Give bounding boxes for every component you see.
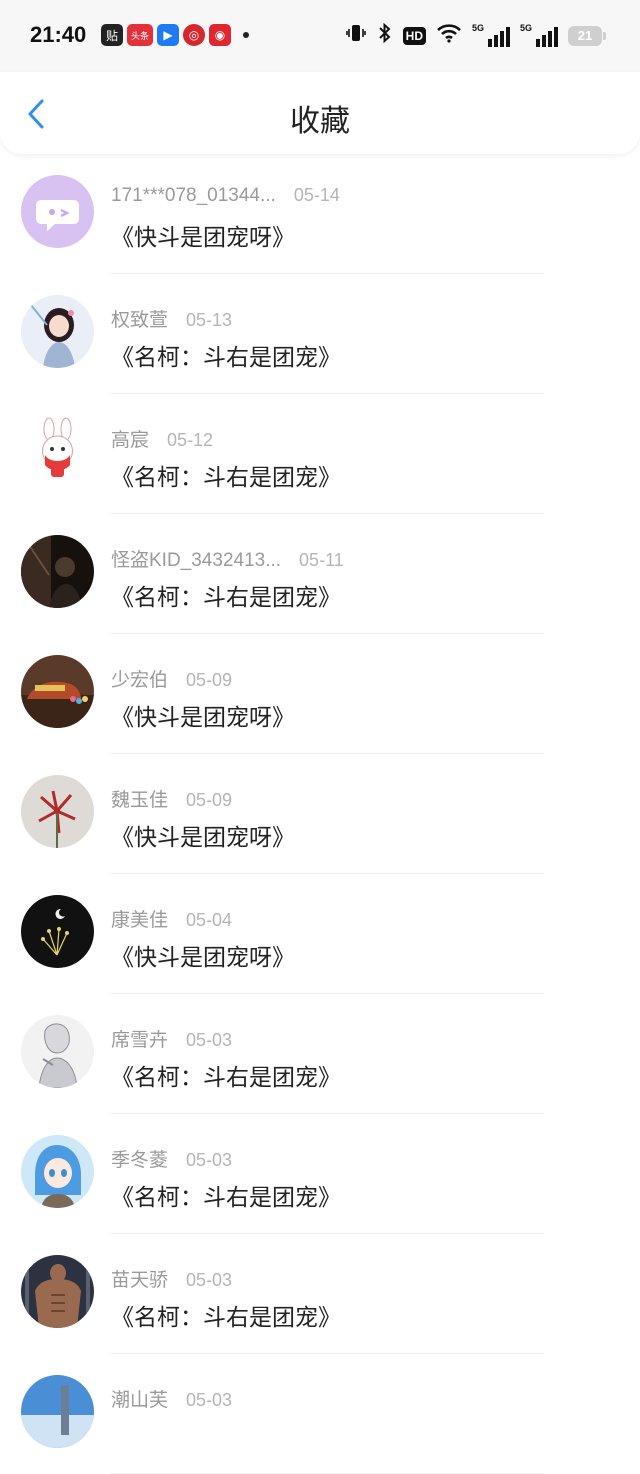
book-title[interactable]: 《快斗是团宠呀》 xyxy=(111,938,295,972)
user-name: 高宸 xyxy=(111,430,150,451)
item-meta: 怪盗KID_3432413... 05-11 xyxy=(111,545,344,572)
item-meta: 魏玉佳 05-09 xyxy=(111,785,232,812)
page-title: 收藏 xyxy=(290,104,350,139)
status-time: 21:40 xyxy=(30,22,87,47)
item-meta: 季冬菱 05-03 xyxy=(111,1145,232,1172)
status-indicators: HD 5G 5G 21 xyxy=(345,22,606,49)
favorite-list-item[interactable]: 潮山芙 05-03 xyxy=(0,1354,640,1474)
favorite-date: 05-09 xyxy=(186,790,233,810)
netease-app-icon: ◉ xyxy=(209,24,231,46)
book-title[interactable]: 《快斗是团宠呀》 xyxy=(111,698,295,732)
status-bar: 21:40 贴头条 ▶ ◎ ◉ HD 5G 5G 21 xyxy=(0,0,640,72)
signal-label-2: 5G xyxy=(520,22,533,33)
favorite-list-item[interactable]: 康美佳 05-04 《快斗是团宠呀》 xyxy=(0,874,640,994)
item-meta: 171***078_01344... 05-14 xyxy=(111,185,340,207)
more-notifications-dot-icon xyxy=(243,32,249,38)
wifi-icon xyxy=(436,23,462,48)
favorite-list-item[interactable]: 高宸 05-12 《名柯：斗右是团宠》 xyxy=(0,394,640,514)
book-title[interactable]: 《快斗是团宠呀》 xyxy=(111,218,295,252)
tieba-app-icon: 贴 xyxy=(101,24,123,46)
favorite-date: 05-12 xyxy=(167,430,214,450)
item-meta: 少宏伯 05-09 xyxy=(111,665,232,692)
favorite-list-item[interactable]: 苗天骄 05-03 《名柯：斗右是团宠》 xyxy=(0,1234,640,1354)
user-name: 席雪卉 xyxy=(111,1030,169,1051)
favorite-list-item[interactable]: 季冬菱 05-03 《名柯：斗右是团宠》 xyxy=(0,1114,640,1234)
book-title[interactable]: 《名柯：斗右是团宠》 xyxy=(111,458,341,492)
favorite-date: 05-13 xyxy=(186,310,233,330)
book-title[interactable]: 《快斗是团宠呀》 xyxy=(111,818,295,852)
notification-app-icons: 贴头条 ▶ ◎ ◉ xyxy=(101,24,249,46)
book-title[interactable]: 《名柯：斗右是团宠》 xyxy=(111,1058,341,1092)
favorite-date: 05-09 xyxy=(186,670,233,690)
book-title[interactable]: 《名柯：斗右是团宠》 xyxy=(111,1178,341,1212)
favorite-list-item[interactable]: 魏玉佳 05-09 《快斗是团宠呀》 xyxy=(0,754,640,874)
avatar[interactable] xyxy=(21,775,94,848)
user-name: 魏玉佳 xyxy=(111,790,169,811)
avatar[interactable] xyxy=(21,415,94,488)
top-nav-bar: 收藏 xyxy=(0,72,640,154)
avatar[interactable] xyxy=(21,1375,94,1448)
item-meta: 苗天骄 05-03 xyxy=(111,1265,232,1292)
avatar[interactable] xyxy=(21,1135,94,1208)
book-title[interactable]: 《名柯：斗右是团宠》 xyxy=(111,578,341,612)
item-meta: 高宸 05-12 xyxy=(111,425,213,452)
vibrate-icon xyxy=(345,22,367,49)
item-meta: 康美佳 05-04 xyxy=(111,905,232,932)
signal-5g-icon: 5G xyxy=(472,22,510,47)
user-name: 季冬菱 xyxy=(111,1150,169,1171)
favorite-date: 05-03 xyxy=(186,1270,233,1290)
favorite-list-item[interactable]: 少宏伯 05-09 《快斗是团宠呀》 xyxy=(0,634,640,754)
favorite-date: 05-03 xyxy=(186,1150,233,1170)
avatar[interactable] xyxy=(21,175,94,248)
hd-voice-icon: HD xyxy=(402,26,426,45)
favorites-list: 171***078_01344... 05-14 《快斗是团宠呀》 权致萱 05-13 《… xyxy=(0,154,640,1474)
avatar[interactable] xyxy=(21,895,94,968)
user-name: 171***078_01344... xyxy=(111,185,276,206)
favorite-list-item[interactable]: 席雪卉 05-03 《名柯：斗右是团宠》 xyxy=(0,994,640,1114)
favorite-date: 05-11 xyxy=(299,550,344,570)
user-name: 权致萱 xyxy=(111,310,169,331)
favorite-list-item[interactable]: 171***078_01344... 05-14 《快斗是团宠呀》 xyxy=(0,154,640,274)
favorite-list-item[interactable]: 怪盗KID_3432413... 05-11 《名柯：斗右是团宠》 xyxy=(0,514,640,634)
bluetooth-icon xyxy=(377,22,393,49)
user-name: 少宏伯 xyxy=(111,670,169,691)
favorite-date: 05-04 xyxy=(186,910,233,930)
avatar[interactable] xyxy=(21,1015,94,1088)
user-name: 康美佳 xyxy=(111,910,169,931)
book-title[interactable]: 《名柯：斗右是团宠》 xyxy=(111,338,341,372)
favorite-list-item[interactable]: 权致萱 05-13 《名柯：斗右是团宠》 xyxy=(0,274,640,394)
favorite-date: 05-14 xyxy=(293,185,340,205)
avatar[interactable] xyxy=(21,535,94,608)
battery-icon: 21 xyxy=(568,25,606,46)
item-meta: 权致萱 05-13 xyxy=(111,305,232,332)
avatar[interactable] xyxy=(21,655,94,728)
bluebird-app-icon: ▶ xyxy=(157,24,179,46)
battery-level: 21 xyxy=(577,28,593,43)
item-meta: 席雪卉 05-03 xyxy=(111,1025,232,1052)
signal-label: 5G xyxy=(472,22,485,33)
pinduoduo-app-icon: ◎ xyxy=(183,24,205,46)
signal-5g-icon-2: 5G xyxy=(520,22,558,47)
book-title[interactable]: 《名柯：斗右是团宠》 xyxy=(111,1298,341,1332)
user-name: 苗天骄 xyxy=(111,1270,169,1291)
avatar[interactable] xyxy=(21,1255,94,1328)
user-name: 怪盗KID_3432413... xyxy=(111,550,282,571)
avatar[interactable] xyxy=(21,295,94,368)
toutiao-app-icon: 头条 xyxy=(127,24,153,46)
favorite-date: 05-03 xyxy=(186,1030,233,1050)
